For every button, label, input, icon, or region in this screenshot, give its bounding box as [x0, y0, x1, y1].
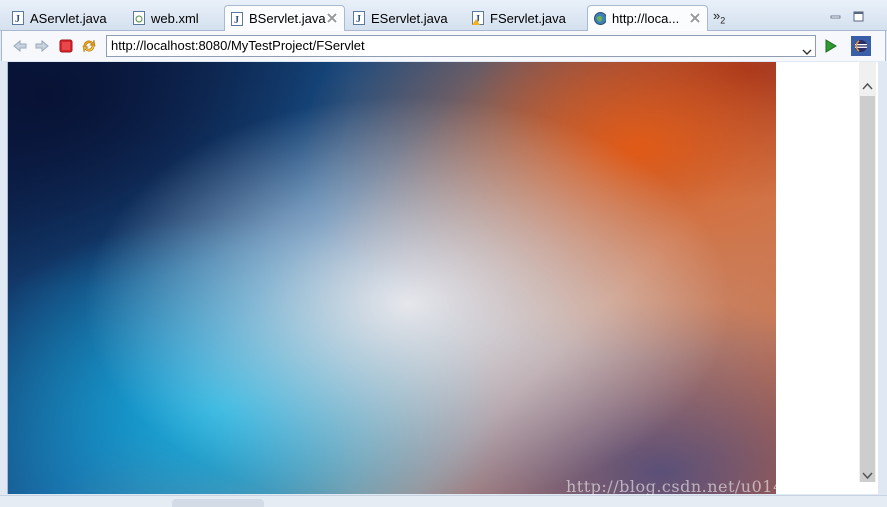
java-file-icon: J — [353, 11, 365, 25]
editor-tab-bar: J AServlet.java web.xml J BServlet.java … — [0, 0, 887, 31]
tab-label: http://loca... — [612, 11, 680, 26]
tab-browser[interactable]: http://loca... — [587, 5, 708, 31]
chevron-down-icon[interactable] — [802, 42, 812, 55]
java-file-icon: J — [12, 11, 24, 25]
back-arrow-icon[interactable] — [12, 38, 28, 54]
tab-label: web.xml — [151, 10, 199, 26]
vertical-scrollbar[interactable] — [859, 62, 876, 482]
close-icon[interactable] — [326, 12, 338, 24]
java-file-warning-icon: J — [472, 11, 484, 25]
tab-label: FServlet.java — [490, 10, 566, 26]
tab-web-xml[interactable]: web.xml — [127, 5, 223, 31]
svg-text:J: J — [234, 15, 239, 26]
scroll-down-arrow-icon[interactable] — [862, 468, 873, 480]
forward-arrow-icon[interactable] — [34, 38, 50, 54]
tab-label: EServlet.java — [371, 10, 448, 26]
tab-fservlet-java[interactable]: J FServlet.java — [466, 5, 586, 31]
scrollbar-thumb[interactable] — [860, 96, 875, 482]
scroll-up-arrow-icon[interactable] — [862, 78, 873, 90]
overflow-count: 2 — [720, 15, 726, 26]
java-file-icon: J — [231, 11, 243, 26]
tab-label: BServlet.java — [249, 11, 326, 26]
stop-icon[interactable] — [58, 38, 74, 54]
globe-icon — [594, 12, 606, 26]
maximize-icon[interactable] — [853, 10, 864, 22]
svg-text:J: J — [15, 14, 20, 25]
gradient-background-image — [8, 62, 776, 494]
tab-aservlet-java[interactable]: J AServlet.java — [6, 5, 124, 31]
close-icon[interactable] — [689, 12, 701, 24]
browser-viewport — [7, 62, 878, 494]
tab-overflow-button[interactable]: »2 — [713, 8, 725, 26]
watermark-text: http://blog.csdn.net/u014449835 — [566, 477, 848, 496]
url-input[interactable]: http://localhost:8080/MyTestProject/FSer… — [106, 35, 816, 57]
tab-eservlet-java[interactable]: J EServlet.java — [347, 5, 465, 31]
browser-toolbar: http://localhost:8080/MyTestProject/FSer… — [1, 31, 886, 61]
bottom-strip — [0, 495, 887, 507]
xml-file-icon — [133, 11, 145, 25]
tab-bservlet-java[interactable]: J BServlet.java — [224, 5, 345, 31]
go-play-icon[interactable] — [822, 38, 838, 54]
tab-label: AServlet.java — [30, 10, 107, 26]
minimize-icon[interactable] — [830, 10, 841, 21]
eclipse-icon[interactable] — [851, 36, 871, 56]
svg-text:J: J — [356, 14, 361, 25]
url-text: http://localhost:8080/MyTestProject/FSer… — [111, 38, 365, 53]
refresh-icon[interactable] — [81, 38, 97, 54]
